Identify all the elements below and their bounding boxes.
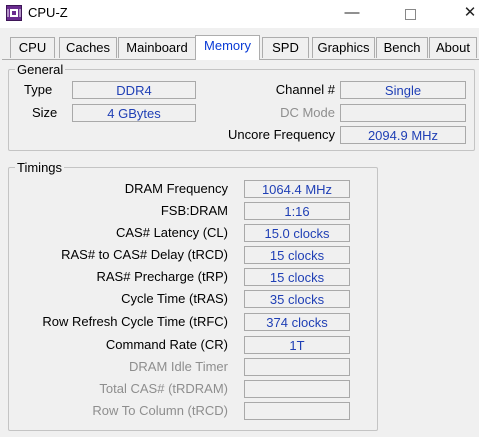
tab-bench[interactable]: Bench	[376, 37, 428, 58]
tab-graphics[interactable]: Graphics	[312, 37, 375, 58]
window-title: CPU-Z	[28, 5, 68, 20]
tab-spd[interactable]: SPD	[262, 37, 309, 58]
tab-mainboard[interactable]: Mainboard	[118, 37, 196, 58]
tab-cpu[interactable]: CPU	[10, 37, 55, 58]
size-value: 4 GBytes	[72, 104, 196, 122]
timing-value-tras: 35 clocks	[244, 290, 350, 308]
timing-label-tras: Cycle Time (tRAS)	[121, 291, 228, 306]
timing-value-dram-idle-timer	[244, 358, 350, 376]
close-button[interactable]: ✕	[450, 0, 479, 28]
title-bar[interactable]: CPU-Z — ✕	[0, 0, 479, 28]
timing-label-row-to-column: Row To Column (tRCD)	[92, 403, 228, 418]
tab-about[interactable]: About	[429, 37, 477, 58]
size-label: Size	[32, 105, 58, 120]
timing-value-fsb-dram: 1:16	[244, 202, 350, 220]
uncore-frequency-label: Uncore Frequency	[228, 127, 335, 142]
timing-value-trcd: 15 clocks	[244, 246, 350, 264]
timing-value-cas-latency: 15.0 clocks	[244, 224, 350, 242]
timing-label-dram-frequency: DRAM Frequency	[124, 181, 228, 196]
timing-value-dram-frequency: 1064.4 MHz	[244, 180, 350, 198]
minimize-icon: —	[344, 4, 360, 21]
type-value: DDR4	[72, 81, 196, 99]
minimize-button[interactable]: —	[332, 0, 372, 28]
timing-label-trfc: Row Refresh Cycle Time (tRFC)	[42, 314, 228, 329]
channel-value: Single	[340, 81, 466, 99]
timing-label-trp: RAS# Precharge (tRP)	[96, 269, 229, 284]
timings-legend: Timings	[17, 160, 63, 175]
close-icon: ✕	[463, 4, 477, 21]
timing-label-total-cas: Total CAS# (tRDRAM)	[99, 381, 228, 396]
dc-mode-value	[340, 104, 466, 122]
timing-value-trfc: 374 clocks	[244, 313, 350, 331]
timing-label-fsb-dram: FSB:DRAM	[160, 203, 228, 218]
tab-memory[interactable]: Memory	[195, 35, 260, 60]
timing-value-command-rate: 1T	[244, 336, 350, 354]
timing-value-trp: 15 clocks	[244, 268, 350, 286]
cpu-z-app-icon	[6, 5, 22, 21]
uncore-frequency-value: 2094.9 MHz	[340, 126, 466, 144]
tab-caches[interactable]: Caches	[59, 37, 117, 58]
timing-label-cas-latency: CAS# Latency (CL)	[116, 225, 228, 240]
general-legend: General	[17, 62, 64, 77]
maximize-icon	[404, 9, 416, 20]
timing-label-trcd: RAS# to CAS# Delay (tRCD)	[61, 247, 228, 262]
dc-mode-label: DC Mode	[280, 105, 335, 120]
type-label: Type	[24, 82, 53, 97]
timing-value-total-cas	[244, 380, 350, 398]
timing-label-command-rate: Command Rate (CR)	[105, 337, 228, 352]
timing-value-row-to-column	[244, 402, 350, 420]
timing-label-dram-idle-timer: DRAM Idle Timer	[129, 359, 228, 374]
channel-label: Channel #	[275, 82, 335, 97]
maximize-button[interactable]	[390, 0, 430, 28]
